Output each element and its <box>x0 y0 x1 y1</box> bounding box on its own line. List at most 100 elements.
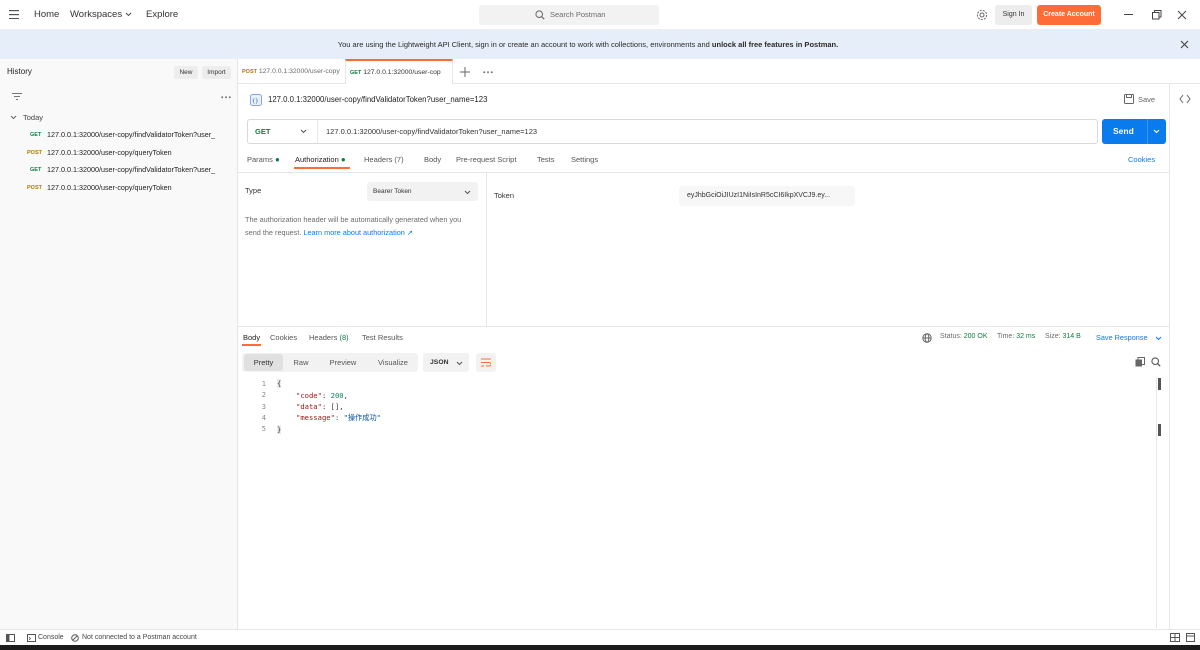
more-tabs-icon[interactable] <box>483 71 493 74</box>
response-tab-cookies[interactable]: Cookies <box>270 333 297 342</box>
auth-type-label: Type <box>245 186 262 195</box>
method-badge: POST <box>27 185 42 191</box>
tab-params-label: Params <box>247 155 273 164</box>
auth-type-select[interactable]: Bearer Token <box>367 182 478 201</box>
nav-home[interactable]: Home <box>34 9 59 20</box>
sidebar-title: History <box>7 67 32 76</box>
history-item[interactable]: POST 127.0.0.1:32000/user-copy/queryToke… <box>0 147 238 161</box>
method-select[interactable]: GET <box>248 120 318 143</box>
import-button[interactable]: Import <box>202 66 231 79</box>
chevron-down-icon[interactable] <box>10 115 17 120</box>
request-title[interactable]: 127.0.0.1:32000/user-copy/findValidatorT… <box>268 95 487 104</box>
send-button[interactable]: Send <box>1102 119 1166 144</box>
restore-icon[interactable] <box>1152 10 1162 20</box>
tab-body[interactable]: Body <box>424 155 441 164</box>
new-tab-icon[interactable] <box>460 67 470 77</box>
nav-workspaces[interactable]: Workspaces <box>70 9 122 20</box>
json-key: "message" <box>296 413 335 422</box>
format-visualize[interactable]: Visualize <box>370 354 416 371</box>
more-options-icon[interactable] <box>221 96 231 99</box>
create-account-button[interactable]: Create Account <box>1037 5 1101 25</box>
editor-scroll-track <box>1156 378 1157 628</box>
history-item-url: 127.0.0.1:32000/user-copy/queryToken <box>47 183 172 192</box>
close-banner-icon[interactable] <box>1180 40 1189 49</box>
offline-icon <box>71 634 80 642</box>
code-snippet-icon[interactable] <box>1179 94 1191 104</box>
tab-authorization[interactable]: Authorization ● <box>295 155 346 164</box>
wrap-lines-button[interactable] <box>476 353 496 372</box>
console-button[interactable]: Console <box>38 634 64 641</box>
chevron-down-icon <box>300 129 307 134</box>
right-panel-divider <box>1169 84 1170 629</box>
help-icon[interactable] <box>1186 633 1195 642</box>
chevron-down-icon <box>456 361 463 366</box>
json-value: [] <box>330 402 340 411</box>
nav-explore[interactable]: Explore <box>146 9 178 20</box>
sign-in-button[interactable]: Sign In <box>995 5 1032 25</box>
tab-settings[interactable]: Settings <box>571 155 598 164</box>
method-badge: POST <box>27 150 42 156</box>
copy-icon[interactable] <box>1135 357 1145 367</box>
line-number: 5 <box>261 425 266 433</box>
tab-params[interactable]: Params ● <box>247 155 280 164</box>
format-raw[interactable]: Raw <box>285 354 317 371</box>
scrollbar-marker[interactable] <box>1158 424 1161 436</box>
globe-icon[interactable] <box>922 333 932 343</box>
search-bar[interactable]: Search Postman <box>479 5 659 25</box>
sidebar-toggle-icon[interactable] <box>6 634 15 642</box>
minimize-icon[interactable] <box>1124 14 1134 16</box>
tab-tests[interactable]: Tests <box>537 155 555 164</box>
history-item[interactable]: GET 127.0.0.1:32000/user-copy/findValida… <box>0 164 238 178</box>
size-text: Size: 314 B <box>1045 333 1081 340</box>
cookies-link[interactable]: Cookies <box>1128 155 1155 164</box>
format-pretty[interactable]: Pretty <box>244 354 283 371</box>
history-item[interactable]: POST 127.0.0.1:32000/user-copy/queryToke… <box>0 182 238 196</box>
response-tab-test-results[interactable]: Test Results <box>362 333 403 342</box>
tab-headers[interactable]: Headers (7) <box>364 155 404 164</box>
learn-more-link[interactable]: Learn more about authorization ↗ <box>303 228 413 237</box>
headers-count: (8) <box>339 333 349 342</box>
size-label: Size: <box>1045 333 1061 340</box>
line-number: 1 <box>261 380 266 388</box>
layout-icon[interactable] <box>1170 633 1180 642</box>
response-tab-headers[interactable]: Headers (8) <box>309 333 349 342</box>
status-text: Status: 200 OK <box>940 333 988 340</box>
status-label: Status: <box>940 333 962 340</box>
save-icon[interactable] <box>1124 94 1134 104</box>
line-number: 3 <box>261 403 266 411</box>
filter-icon[interactable] <box>12 93 22 101</box>
tab-get-request[interactable]: GET 127.0.0.1:32000/user-cop <box>345 59 453 84</box>
url-bar: GET 127.0.0.1:32000/user-copy/findValida… <box>247 119 1098 144</box>
banner-text-bold: unlock all free features in Postman. <box>711 40 839 49</box>
chevron-down-icon[interactable] <box>1155 336 1162 341</box>
history-item-url: 127.0.0.1:32000/user-copy/findValidatorT… <box>47 130 216 139</box>
save-button[interactable]: Save <box>1138 95 1155 104</box>
banner-text-plain: You are using the Lightweight API Client… <box>337 40 712 49</box>
history-sidebar: History New Import Today GET 127.0.0.1:3… <box>0 59 238 629</box>
response-tab-body[interactable]: Body <box>243 333 260 342</box>
token-input[interactable]: eyJhbGciOiJIUzI1NiIsInR5cCI6IkpXVCJ9.ey.… <box>679 186 855 206</box>
close-window-icon[interactable] <box>1177 10 1187 20</box>
history-item[interactable]: GET 127.0.0.1:32000/user-copy/findValida… <box>0 129 238 143</box>
menu-icon[interactable] <box>9 10 20 19</box>
language-select[interactable]: JSON <box>423 353 469 372</box>
banner-text: You are using the Lightweight API Client… <box>0 40 1176 49</box>
top-bar: Home Workspaces Explore Search Postman S… <box>0 0 1200 30</box>
settings-icon[interactable] <box>976 9 988 21</box>
scrollbar-thumb[interactable] <box>1158 378 1161 390</box>
url-input[interactable]: 127.0.0.1:32000/user-copy/findValidatorT… <box>326 127 537 136</box>
chevron-down-icon[interactable] <box>1153 129 1160 134</box>
auth-panel-divider <box>486 173 487 326</box>
size-value: 314 B <box>1062 333 1081 340</box>
format-preview[interactable]: Preview <box>322 354 364 371</box>
tab-post-request[interactable]: POST 127.0.0.1:32000/user-copy <box>242 59 342 84</box>
save-response-button[interactable]: Save Response <box>1096 333 1148 342</box>
method-badge: GET <box>30 167 42 173</box>
new-button[interactable]: New <box>174 66 198 79</box>
time-label: Time: <box>997 333 1015 340</box>
search-response-icon[interactable] <box>1151 357 1161 367</box>
tab-label: 127.0.0.1:32000/user-copy <box>258 68 340 75</box>
history-item-url: 127.0.0.1:32000/user-copy/queryToken <box>47 148 172 157</box>
http-request-icon: {} <box>250 94 262 106</box>
tab-pre-request-script[interactable]: Pre-request Script <box>456 155 516 164</box>
